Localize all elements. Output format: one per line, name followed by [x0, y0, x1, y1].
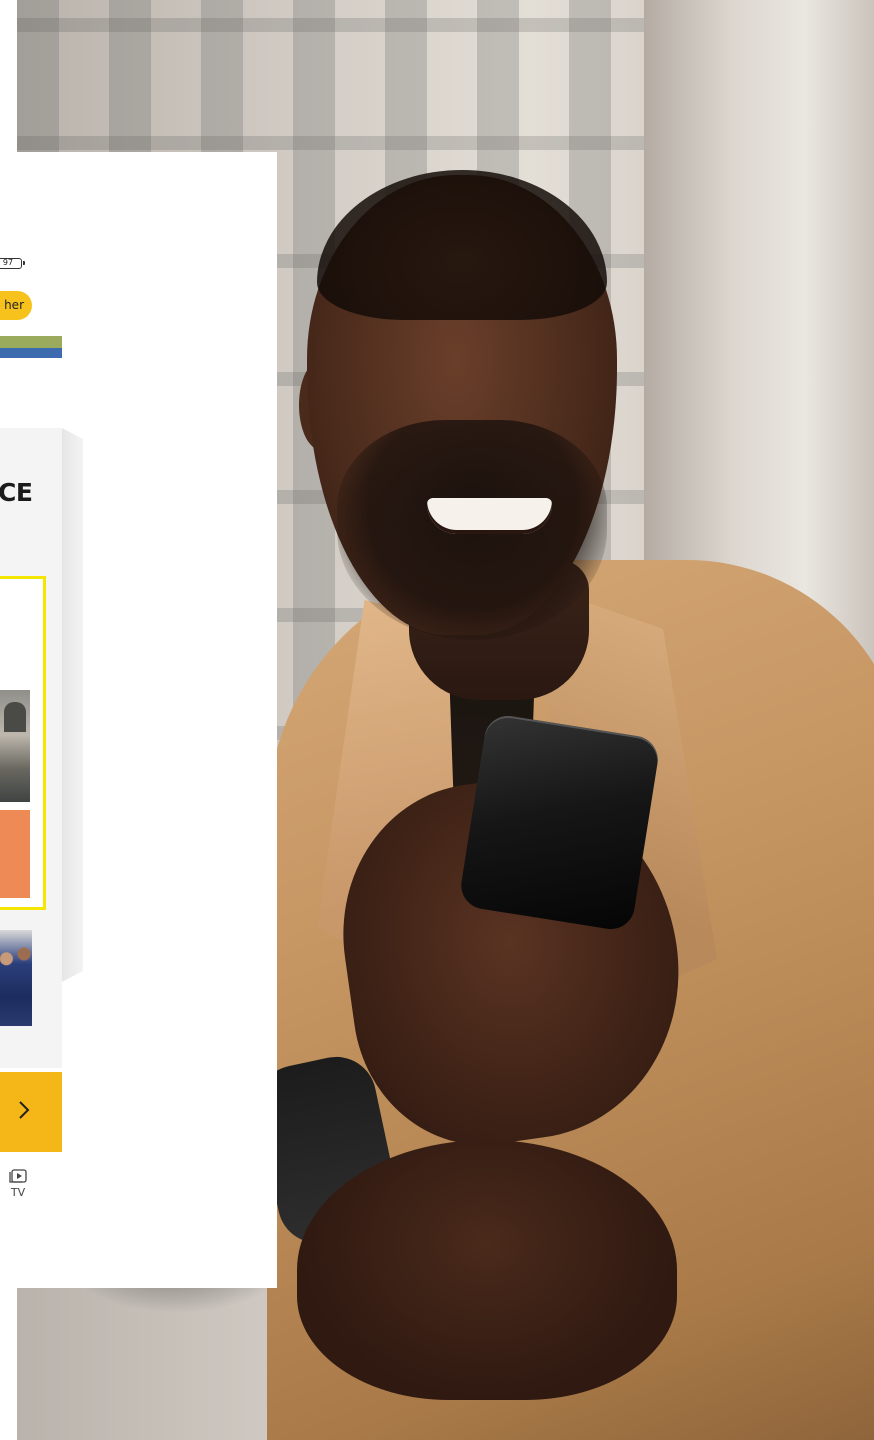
card-side-shadow [62, 428, 83, 982]
article-thumbnail-team[interactable] [0, 930, 32, 1026]
tv-play-icon [9, 1169, 27, 1183]
header-stripe-blue [0, 348, 62, 358]
smile [427, 498, 552, 534]
app-ui-crop: 97 her CE TV [0, 152, 62, 1288]
article-thumbnail-orange[interactable] [0, 810, 30, 898]
smartphone [457, 712, 662, 933]
status-bar: 97 [0, 254, 62, 274]
article-thumbnail-street[interactable] [0, 690, 30, 802]
bottom-nav-item-tv[interactable]: TV [4, 1166, 32, 1210]
header-pill-button[interactable]: her [0, 291, 32, 320]
bottom-nav-label-tv: TV [10, 1186, 26, 1199]
app-screenshot-card: 97 her CE TV [0, 152, 277, 1288]
header-pill-button-label: her [4, 298, 24, 312]
left-hand [297, 1140, 677, 1400]
header-stripe-green [0, 336, 62, 348]
battery-level: 97 [2, 258, 14, 267]
chevron-right-icon[interactable] [17, 1096, 31, 1124]
section-heading: CE [0, 478, 33, 507]
cta-bar[interactable] [0, 1072, 62, 1152]
battery-icon: 97 [0, 258, 25, 269]
